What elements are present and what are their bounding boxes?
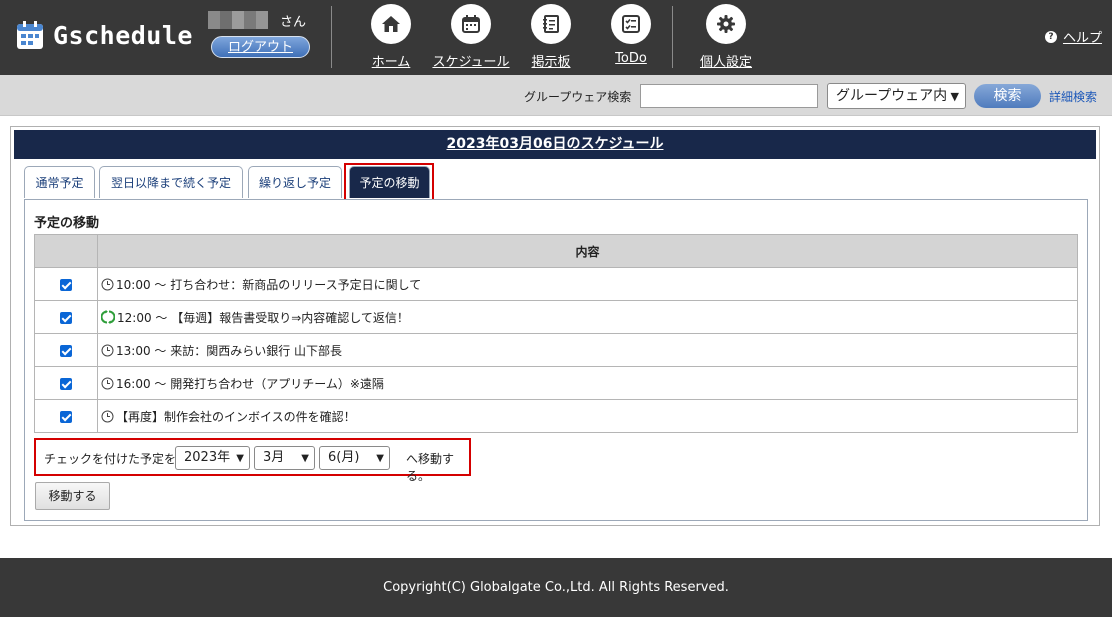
section-title: 予定の移動 (34, 216, 100, 231)
schedule-item-text: 12:00 ～ 【毎週】報告書受取り⇒内容確認して返信！ (117, 310, 409, 325)
schedule-item[interactable]: 13:00 ～ 来訪：関西みらい銀行 山下部長 (99, 342, 1076, 359)
gear-icon (717, 15, 735, 33)
move-suffix: へ移動する。 (406, 452, 455, 483)
nav-todo-label: ToDo (615, 51, 647, 66)
footer: Copyright(C) Globalgate Co.,Ltd. All Rig… (0, 558, 1112, 617)
schedule-item-text: 【再度】制作会社のインボイスの件を確認！ (116, 409, 356, 424)
move-schedule-panel: 予定の移動 内容 10:00 ～ 打ち合わせ：新商品のリリース予定日に関して 1… (24, 199, 1088, 521)
move-month-select[interactable]: 3月 ▼ (254, 446, 315, 470)
user-block: さん ログアウト (208, 10, 313, 58)
tab-highlight-box (344, 163, 434, 202)
home-icon (382, 16, 400, 32)
content-header: 内容 (97, 234, 1078, 268)
nav-home-label: ホーム (371, 55, 411, 70)
schedule-panel: 2023年03月06日のスケジュール 通常予定 翌日以降まで続く予定 繰り返し予… (10, 126, 1100, 526)
nav-todo[interactable]: ToDo (591, 4, 671, 66)
nav-schedule[interactable]: スケジュール (431, 4, 511, 70)
advanced-search-link[interactable]: 詳細検索 (1049, 88, 1097, 105)
calendar-logo-icon (17, 21, 43, 49)
chevron-down-icon: ▼ (376, 453, 384, 464)
nav-board-label: 掲示板 (531, 55, 571, 70)
nav-schedule-label: スケジュール (432, 55, 510, 70)
search-button[interactable]: 検索 (974, 84, 1041, 108)
top-header: Gschedule さん ログアウト ホーム スケジュール 掲示板 ToDo 個… (0, 0, 1112, 75)
repeat-icon (101, 310, 115, 324)
chevron-down-icon: ▼ (950, 90, 959, 103)
schedule-checkbox[interactable] (60, 278, 72, 291)
schedule-date-title[interactable]: 2023年03月06日のスケジュール (14, 130, 1096, 159)
tab-recurring-schedule[interactable]: 繰り返し予定 (248, 166, 342, 198)
app-title: Gschedule (53, 20, 193, 50)
table-row: 16:00 ～ 開発打ち合わせ（アプリチーム）※遠隔 (34, 366, 1078, 400)
schedule-checkbox[interactable] (60, 410, 72, 423)
help-link[interactable]: ? ヘルプ (1044, 27, 1102, 46)
checkbox-header (34, 234, 98, 268)
schedule-checkbox[interactable] (60, 344, 72, 357)
app-logo[interactable]: Gschedule (16, 20, 193, 50)
schedule-item-text: 13:00 ～ 来訪：関西みらい銀行 山下部長 (116, 343, 343, 358)
clock-icon (101, 410, 114, 422)
move-year-select[interactable]: 2023年 ▼ (175, 446, 250, 470)
schedule-item[interactable]: 12:00 ～ 【毎週】報告書受取り⇒内容確認して返信！ (99, 309, 1076, 326)
move-button[interactable]: 移動する (35, 482, 110, 510)
table-header-row: 内容 (34, 234, 1078, 268)
chevron-down-icon: ▼ (236, 453, 244, 464)
move-target-row: チェックを付けた予定を 2023年 ▼ 3月 ▼ 6(月) ▼ へ移動する。 (34, 438, 471, 483)
copyright-text: Copyright(C) Globalgate Co.,Ltd. All Rig… (383, 580, 729, 595)
search-label: グループウェア検索 (524, 90, 632, 104)
schedule-checkbox[interactable] (60, 311, 72, 324)
table-row: 12:00 ～ 【毎週】報告書受取り⇒内容確認して返信！ (34, 300, 1078, 334)
search-scope-value: グループウェア内 (836, 88, 948, 104)
move-day-select[interactable]: 6(月) ▼ (319, 446, 390, 470)
search-scope-select[interactable]: グループウェア内 ▼ (827, 83, 966, 109)
calendar-icon (462, 15, 480, 33)
clock-icon (101, 344, 114, 356)
schedule-item[interactable]: 16:00 ～ 開発打ち合わせ（アプリチーム）※遠隔 (99, 375, 1076, 392)
nav-personal-settings-label: 個人設定 (699, 55, 752, 70)
table-row: 10:00 ～ 打ち合わせ：新商品のリリース予定日に関して (34, 267, 1078, 301)
user-name-masked (208, 11, 268, 29)
move-year-value: 2023年 (184, 450, 231, 465)
header-divider (331, 6, 332, 68)
table-row: 【再度】制作会社のインボイスの件を確認！ (34, 399, 1078, 433)
help-icon: ? (1044, 30, 1057, 43)
chevron-down-icon: ▼ (301, 453, 309, 464)
table-row: 13:00 ～ 来訪：関西みらい銀行 山下部長 (34, 333, 1078, 367)
schedule-item-text: 10:00 ～ 打ち合わせ：新商品のリリース予定日に関して (116, 277, 422, 292)
move-label: チェックを付けた予定を (44, 452, 177, 466)
tab-normal-schedule[interactable]: 通常予定 (24, 166, 95, 198)
schedule-item[interactable]: 10:00 ～ 打ち合わせ：新商品のリリース予定日に関して (99, 276, 1076, 293)
schedule-item[interactable]: 【再度】制作会社のインボイスの件を確認！ (99, 408, 1076, 425)
nav-home[interactable]: ホーム (351, 4, 431, 70)
notepad-icon (543, 15, 559, 33)
search-input[interactable] (640, 84, 818, 108)
logout-button[interactable]: ログアウト (211, 36, 310, 58)
tab-multiday-schedule[interactable]: 翌日以降まで続く予定 (99, 166, 243, 198)
search-bar: グループウェア検索 グループウェア内 ▼ 検索 詳細検索 (0, 75, 1112, 116)
schedule-item-text: 16:00 ～ 開発打ち合わせ（アプリチーム）※遠隔 (116, 376, 384, 391)
nav-personal-settings[interactable]: 個人設定 (686, 4, 766, 70)
clock-icon (101, 278, 114, 290)
schedule-checkbox[interactable] (60, 377, 72, 390)
move-day-value: 6(月) (328, 450, 360, 465)
user-suffix: さん (280, 14, 307, 30)
checklist-icon (622, 15, 640, 33)
header-divider (672, 6, 673, 68)
schedule-table: 内容 10:00 ～ 打ち合わせ：新商品のリリース予定日に関して 12:00 ～… (34, 234, 1078, 433)
help-label: ヘルプ (1062, 31, 1102, 46)
move-month-value: 3月 (263, 450, 285, 465)
clock-icon (101, 377, 114, 389)
nav-board[interactable]: 掲示板 (511, 4, 591, 70)
